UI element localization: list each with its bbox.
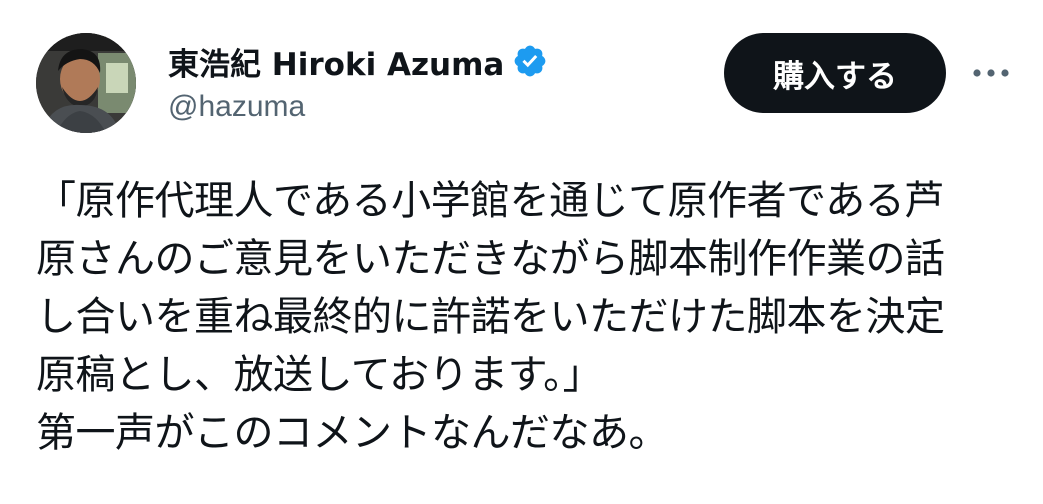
avatar-image xyxy=(36,33,136,133)
tweet-text-line: し合いを重ね最終的に許諾をいただけた脚本を決定 xyxy=(36,294,945,340)
author-block: 東浩紀 Hiroki Azuma @hazuma xyxy=(168,38,548,124)
more-horizontal-icon xyxy=(973,69,1009,77)
buy-button[interactable]: 購入する xyxy=(724,33,946,113)
verified-badge-icon[interactable] xyxy=(512,43,548,79)
more-button[interactable] xyxy=(968,58,1014,88)
tweet-card: 東浩紀 Hiroki Azuma @hazuma 購入する 「原作代理人である小… xyxy=(0,0,1043,504)
tweet-text-line: 原さんのご意見をいただきながら脚本制作作業の話 xyxy=(36,236,945,282)
handle[interactable]: @hazuma xyxy=(168,90,548,124)
tweet-text-line: 第一声がこのコメントなんだなあ。 xyxy=(36,410,669,456)
display-name[interactable]: 東浩紀 Hiroki Azuma xyxy=(168,39,504,84)
tweet-text-line: 原稿とし、放送しております。」 xyxy=(36,352,603,398)
display-name-row: 東浩紀 Hiroki Azuma xyxy=(168,38,548,84)
tweet-text: 「原作代理人である小学館を通じて原作者である芦 原さんのご意見をいただきながら脚… xyxy=(36,172,1026,462)
avatar[interactable] xyxy=(36,33,136,133)
tweet-text-line: 「原作代理人である小学館を通じて原作者である芦 xyxy=(36,178,944,224)
